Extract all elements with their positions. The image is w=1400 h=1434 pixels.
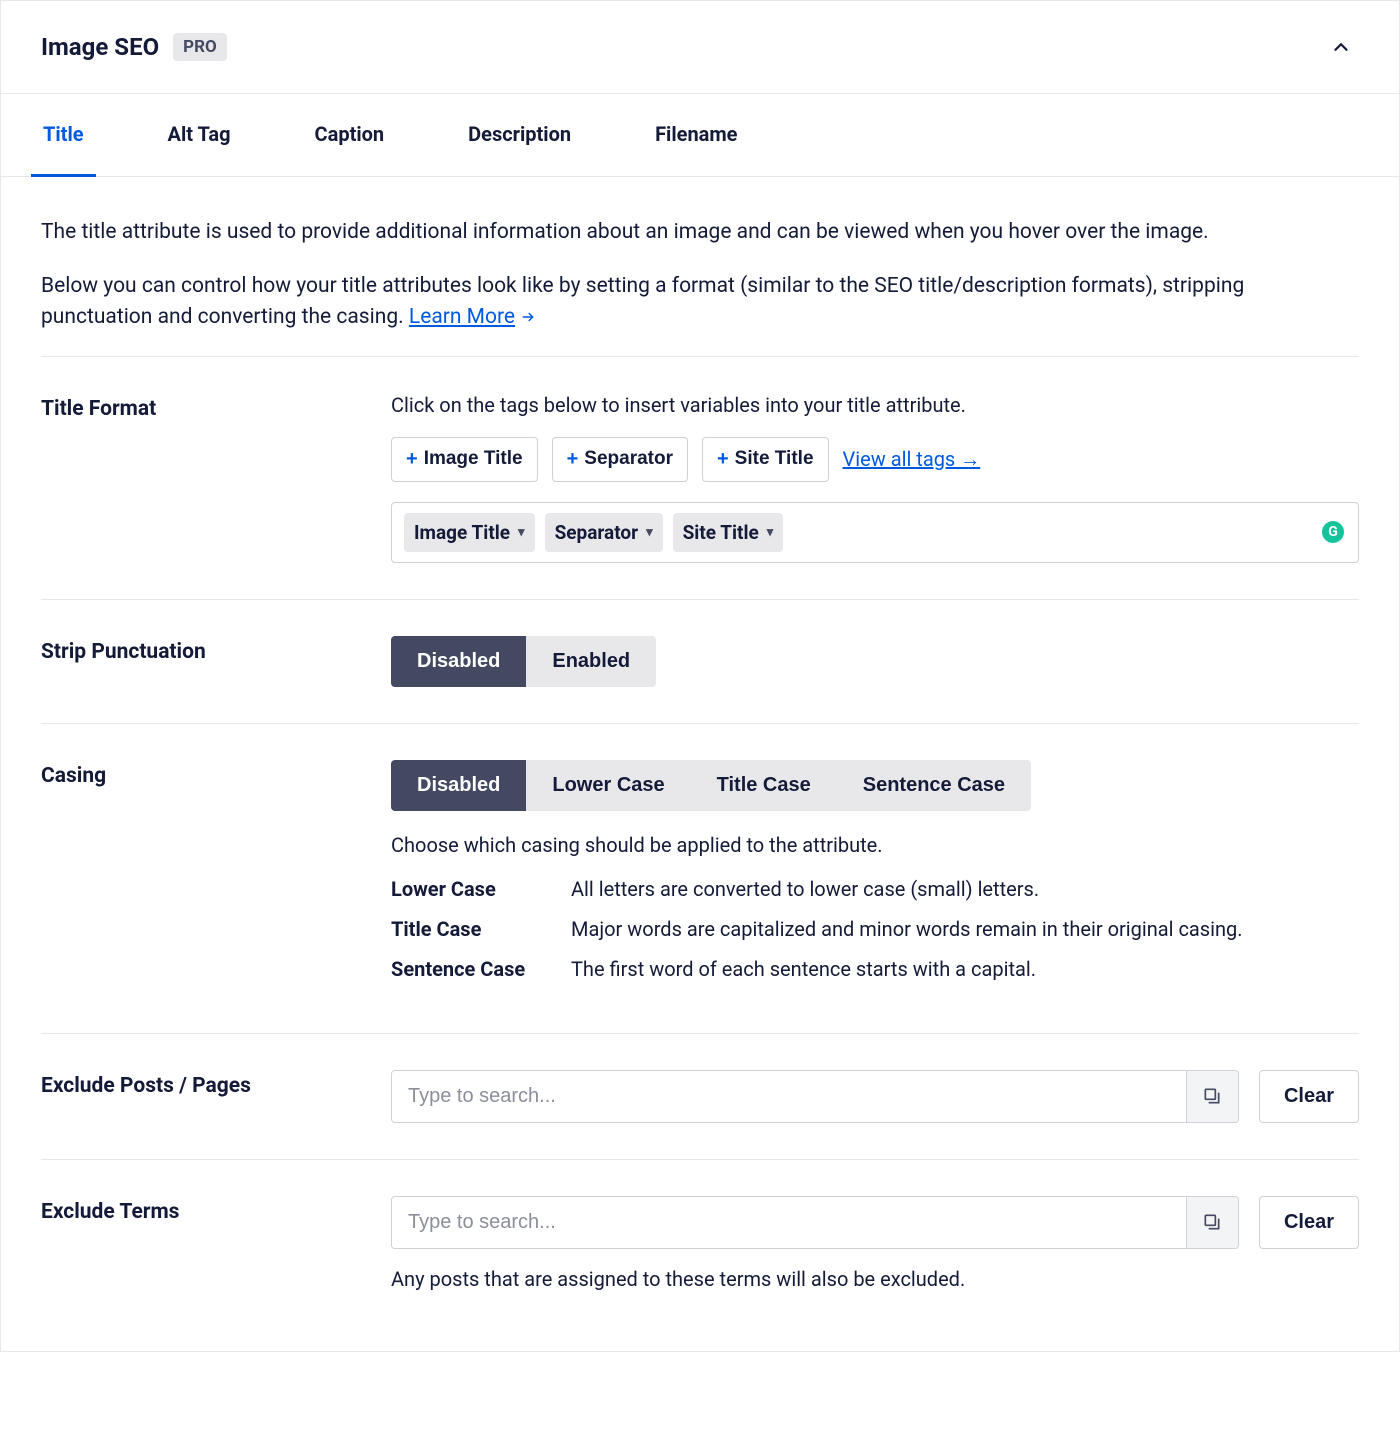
casing-disabled-button[interactable]: Disabled bbox=[391, 760, 526, 811]
chip-image-title[interactable]: Image Title▾ bbox=[404, 513, 535, 552]
exclude-terms-clear-button[interactable]: Clear bbox=[1259, 1196, 1359, 1249]
pro-badge: PRO bbox=[173, 33, 227, 61]
chevron-down-icon: ▾ bbox=[767, 525, 774, 540]
intro-text-2: Below you can control how your title att… bbox=[41, 271, 1359, 334]
tab-filename[interactable]: Filename bbox=[643, 94, 749, 177]
panel-header: Image SEO PRO bbox=[1, 1, 1399, 94]
exclude-posts-input[interactable] bbox=[392, 1071, 1186, 1122]
tab-description[interactable]: Description bbox=[456, 94, 583, 177]
intro-text-1: The title attribute is used to provide a… bbox=[41, 217, 1359, 249]
tab-alt-tag[interactable]: Alt Tag bbox=[156, 94, 243, 177]
strip-disabled-button[interactable]: Disabled bbox=[391, 636, 526, 687]
strip-enabled-button[interactable]: Enabled bbox=[526, 636, 656, 687]
section-casing: Casing Disabled Lower Case Title Case Se… bbox=[41, 723, 1359, 1033]
strip-punctuation-label: Strip Punctuation bbox=[41, 636, 391, 687]
tag-button-site-title[interactable]: +Site Title bbox=[702, 437, 829, 482]
chevron-down-icon: ▾ bbox=[518, 525, 525, 540]
exclude-terms-input[interactable] bbox=[392, 1197, 1186, 1248]
database-icon bbox=[1202, 1212, 1222, 1232]
tag-button-separator[interactable]: +Separator bbox=[552, 437, 688, 482]
exclude-posts-browse-button[interactable] bbox=[1186, 1071, 1238, 1122]
title-format-input[interactable]: Image Title▾ Separator▾ Site Title▾ G bbox=[391, 502, 1359, 563]
exclude-posts-search-wrap bbox=[391, 1070, 1239, 1123]
chevron-down-icon: ▾ bbox=[646, 525, 653, 540]
arrow-right-icon bbox=[519, 302, 537, 334]
casing-sentence-button[interactable]: Sentence Case bbox=[837, 760, 1031, 811]
learn-more-link[interactable]: Learn More bbox=[409, 305, 515, 329]
tabs: Title Alt Tag Caption Description Filena… bbox=[1, 94, 1399, 177]
section-exclude-terms: Exclude Terms Clear Any posts that are a… bbox=[41, 1159, 1359, 1311]
page-title: Image SEO bbox=[41, 33, 159, 61]
casing-descriptions: Lower Case All letters are converted to … bbox=[391, 877, 1359, 981]
exclude-terms-browse-button[interactable] bbox=[1186, 1197, 1238, 1248]
casing-label: Casing bbox=[41, 760, 391, 997]
exclude-posts-clear-button[interactable]: Clear bbox=[1259, 1070, 1359, 1123]
tag-button-image-title[interactable]: +Image Title bbox=[391, 437, 538, 482]
casing-lower-button[interactable]: Lower Case bbox=[526, 760, 690, 811]
strip-punctuation-toggle: Disabled Enabled bbox=[391, 636, 656, 687]
database-icon bbox=[1202, 1086, 1222, 1106]
grammarly-icon: G bbox=[1322, 521, 1344, 543]
plus-icon: + bbox=[406, 448, 418, 471]
chip-site-title[interactable]: Site Title▾ bbox=[673, 513, 784, 552]
casing-toggle: Disabled Lower Case Title Case Sentence … bbox=[391, 760, 1031, 811]
chip-separator[interactable]: Separator▾ bbox=[545, 513, 663, 552]
casing-title-button[interactable]: Title Case bbox=[691, 760, 837, 811]
chevron-up-icon bbox=[1330, 36, 1352, 58]
exclude-posts-label: Exclude Posts / Pages bbox=[41, 1070, 391, 1123]
exclude-terms-helper: Any posts that are assigned to these ter… bbox=[391, 1267, 1359, 1291]
collapse-button[interactable] bbox=[1323, 29, 1359, 65]
casing-helper: Choose which casing should be applied to… bbox=[391, 833, 1359, 857]
section-strip-punctuation: Strip Punctuation Disabled Enabled bbox=[41, 599, 1359, 723]
title-format-helper: Click on the tags below to insert variab… bbox=[391, 393, 1359, 417]
title-format-label: Title Format bbox=[41, 393, 391, 563]
plus-icon: + bbox=[717, 448, 729, 471]
tab-caption[interactable]: Caption bbox=[303, 94, 397, 177]
view-all-tags-link[interactable]: View all tags → bbox=[843, 447, 981, 472]
case-row: Title Case Major words are capitalized a… bbox=[391, 917, 1359, 941]
exclude-terms-label: Exclude Terms bbox=[41, 1196, 391, 1291]
section-exclude-posts: Exclude Posts / Pages Clear bbox=[41, 1033, 1359, 1159]
exclude-terms-search-wrap bbox=[391, 1196, 1239, 1249]
plus-icon: + bbox=[567, 448, 579, 471]
case-row: Sentence Case The first word of each sen… bbox=[391, 957, 1359, 981]
case-row: Lower Case All letters are converted to … bbox=[391, 877, 1359, 901]
tab-title[interactable]: Title bbox=[31, 94, 96, 177]
section-title-format: Title Format Click on the tags below to … bbox=[41, 356, 1359, 599]
